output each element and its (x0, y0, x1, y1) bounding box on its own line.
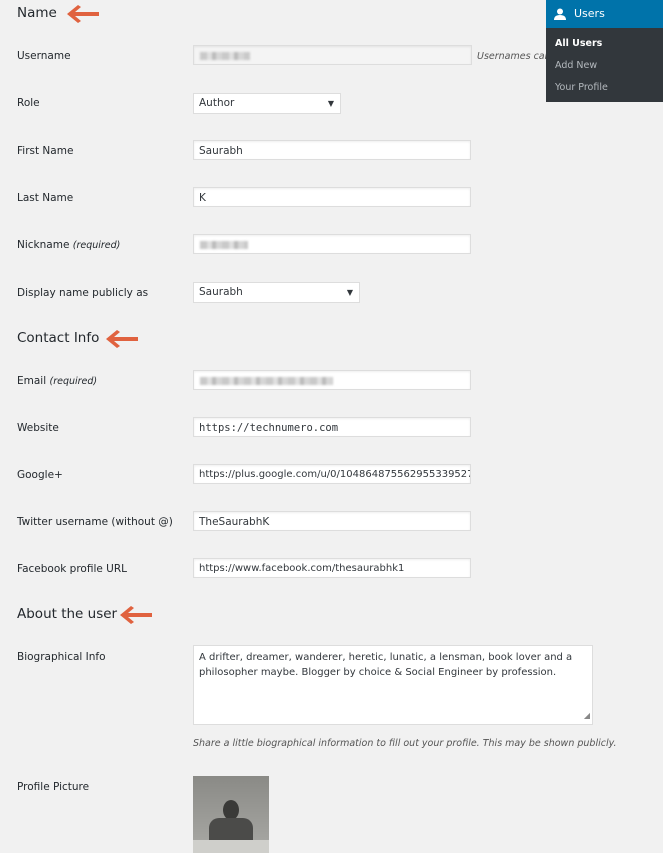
display-name-select[interactable]: Saurabh ▼ (193, 282, 360, 303)
bio-label: Biographical Info (17, 651, 106, 663)
display-name-value: Saurabh (199, 286, 243, 298)
username-input[interactable] (193, 45, 472, 65)
arrow-annotation-icon (120, 606, 152, 624)
menu-item-add-new[interactable]: Add New (546, 55, 663, 77)
role-label: Role (17, 97, 40, 109)
last-name-input[interactable]: K (193, 187, 471, 207)
website-label: Website (17, 422, 59, 434)
nickname-input[interactable] (193, 234, 471, 254)
nickname-label: Nickname (required) (17, 239, 120, 251)
section-heading-contact: Contact Info (17, 330, 100, 346)
role-select[interactable]: Author ▼ (193, 93, 341, 114)
bio-description: Share a little biographical information … (193, 738, 617, 749)
dropdown-arrow-icon: ▼ (346, 288, 353, 297)
nickname-label-text: Nickname (17, 239, 70, 251)
first-name-label: First Name (17, 145, 74, 157)
menu-users[interactable]: Users (546, 0, 663, 28)
menu-item-all-users[interactable]: All Users (546, 33, 663, 55)
profile-picture (193, 776, 269, 853)
email-label-text: Email (17, 375, 47, 387)
website-input[interactable]: https://technumero.com (193, 417, 471, 437)
twitter-label: Twitter username (without @) (17, 516, 173, 528)
facebook-input[interactable]: https://www.facebook.com/thesaurabhk1 (193, 558, 471, 578)
arrow-annotation-icon (67, 5, 99, 23)
twitter-input[interactable]: TheSaurabhK (193, 511, 471, 531)
menu-item-your-profile[interactable]: Your Profile (546, 77, 663, 99)
email-input[interactable] (193, 370, 471, 390)
bio-text: A drifter, dreamer, wanderer, heretic, l… (199, 652, 573, 678)
users-admin-menu: Users All Users Add New Your Profile (546, 0, 663, 102)
section-heading-name: Name (17, 5, 57, 21)
section-heading-about: About the user (17, 606, 118, 622)
resize-handle-icon[interactable]: ◢ (584, 708, 590, 723)
first-name-input[interactable]: Saurabh (193, 140, 471, 160)
picture-label: Profile Picture (17, 781, 90, 793)
facebook-label: Facebook profile URL (17, 563, 128, 575)
dropdown-arrow-icon: ▼ (327, 99, 334, 108)
role-value: Author (199, 97, 235, 109)
last-name-label: Last Name (17, 192, 74, 204)
user-icon (554, 8, 566, 20)
display-name-label: Display name publicly as (17, 287, 149, 299)
required-note: (required) (72, 240, 121, 251)
bio-textarea[interactable]: A drifter, dreamer, wanderer, heretic, l… (193, 645, 593, 725)
username-description: Usernames can (477, 51, 551, 62)
googleplus-input[interactable]: https://plus.google.com/u/0/104864875562… (193, 464, 471, 484)
username-label: Username (17, 50, 71, 62)
arrow-annotation-icon (106, 330, 138, 348)
menu-title: Users (574, 7, 605, 20)
required-note: (required) (49, 376, 98, 387)
googleplus-label: Google+ (17, 469, 63, 481)
email-label: Email (required) (17, 375, 97, 387)
